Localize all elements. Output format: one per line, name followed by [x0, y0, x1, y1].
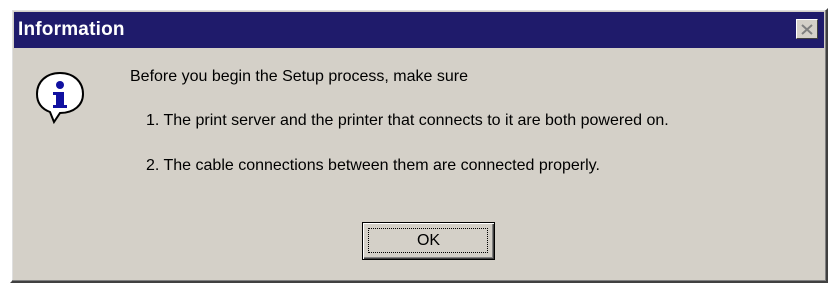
ok-button-label: OK — [416, 232, 441, 249]
window-title: Information — [18, 19, 125, 40]
information-dialog: Information Before you begin the Setup p… — [10, 8, 828, 283]
message-intro: Before you begin the Setup process, make… — [130, 68, 468, 85]
close-icon — [801, 23, 813, 35]
title-bar[interactable]: Information — [14, 12, 824, 48]
message-item-2: 2. The cable connections between them ar… — [146, 157, 600, 174]
ok-button[interactable]: OK — [362, 222, 495, 260]
message-item-1: 1. The print server and the printer that… — [146, 112, 669, 129]
close-button[interactable] — [796, 19, 818, 39]
info-icon — [34, 70, 86, 125]
